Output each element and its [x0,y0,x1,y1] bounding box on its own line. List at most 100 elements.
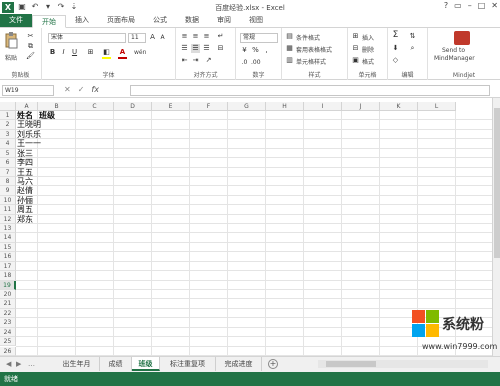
cell-a2[interactable]: 王晓明 [17,120,41,129]
row-header-8[interactable]: 8 [0,176,16,187]
formula-input[interactable] [130,85,490,96]
align-center-icon[interactable]: ☰ [191,44,200,53]
close-icon[interactable]: ✕ [491,1,498,10]
row-header-11[interactable]: 11 [0,205,16,215]
bold-button[interactable]: B [48,48,57,57]
cell-a1[interactable]: 姓名 [17,111,33,120]
row-header-22[interactable]: 22 [0,308,16,319]
tab-data[interactable]: 数据 [176,14,208,27]
increase-decimal-icon[interactable]: .0 [240,58,249,67]
tab-home[interactable]: 开始 [32,15,66,28]
scroll-thumb[interactable] [494,108,500,258]
cell-styles-button[interactable]: 单元格样式 [296,57,326,66]
cell-a4[interactable]: 王一一 [17,139,41,148]
phonetic-icon[interactable]: wén [134,49,146,56]
row-header-24[interactable]: 24 [0,327,16,338]
font-name-select[interactable]: 宋体 [48,33,126,43]
add-sheet-icon[interactable]: + [268,359,278,369]
fill-icon[interactable]: ⬇ [391,44,400,53]
comma-icon[interactable]: , [262,46,271,55]
tab-insert[interactable]: 插入 [66,14,98,27]
h-scroll-thumb[interactable] [326,361,376,367]
sort-filter-icon[interactable]: ⇅ [408,32,417,41]
align-bottom-icon[interactable]: ≡ [202,32,211,41]
increase-indent-icon[interactable]: ⇥ [191,56,200,65]
column-header-l[interactable]: L [418,102,456,111]
sheet-tab-4[interactable]: 标注重复项 [160,357,216,371]
row-header-18[interactable]: 18 [0,271,16,281]
paste-button[interactable] [4,32,18,52]
select-all-corner[interactable] [0,102,16,111]
row-header-15[interactable]: 15 [0,242,16,253]
column-header-e[interactable]: E [152,102,190,111]
tab-page-layout[interactable]: 页面布局 [98,14,144,27]
mindmanager-icon[interactable] [454,31,470,45]
row-header-17[interactable]: 17 [0,261,16,272]
cell-a3[interactable]: 刘乐乐 [17,130,41,139]
column-header-j[interactable]: J [342,102,380,111]
row-header-19[interactable]: 19 [0,280,16,290]
row-header-3[interactable]: 3 [0,129,16,140]
tab-review[interactable]: 审阅 [208,14,240,27]
align-middle-icon[interactable]: ≡ [191,32,200,41]
row-header-7[interactable]: 7 [0,167,16,177]
row-header-12[interactable]: 12 [0,214,16,225]
minimize-icon[interactable]: – [468,1,472,10]
cell-a12[interactable]: 郑东 [17,215,33,224]
merge-center-icon[interactable]: ⊟ [216,44,225,53]
decrease-decimal-icon[interactable]: .00 [251,58,261,67]
conditional-format-button[interactable]: 条件格式 [296,33,320,42]
sheet-tab-1[interactable]: 出生年月 [54,357,100,371]
delete-button[interactable]: 删除 [362,45,374,54]
row-header-2[interactable]: 2 [0,120,16,130]
row-header-25[interactable]: 25 [0,337,16,347]
sheet-tab-2[interactable]: 成绩 [100,357,132,371]
help-icon[interactable]: ? [444,1,448,10]
row-header-13[interactable]: 13 [0,224,16,234]
row-header-16[interactable]: 16 [0,252,16,262]
orientation-icon[interactable]: ↗ [204,56,213,65]
align-top-icon[interactable]: ≡ [180,32,189,41]
row-header-20[interactable]: 20 [0,289,16,300]
cell-a8[interactable]: 马六 [17,177,33,186]
insert-function-icon[interactable]: fx [91,85,99,94]
tab-formulas[interactable]: 公式 [144,14,176,27]
prev-sheet-icon[interactable]: ◀ [6,360,11,368]
format-painter-icon[interactable]: 🖌 [26,52,35,61]
align-right-icon[interactable]: ☰ [202,44,211,53]
column-header-k[interactable]: K [380,102,418,111]
row-header-14[interactable]: 14 [0,233,16,243]
tab-view[interactable]: 视图 [240,14,272,27]
row-header-21[interactable]: 21 [0,299,16,309]
row-header-26[interactable]: 26 [0,346,16,356]
tab-file[interactable]: 文件 [0,14,32,27]
format-as-table-button[interactable]: 套用表格格式 [296,45,332,54]
maximize-icon[interactable]: □ [478,1,486,10]
column-header-b[interactable]: B [38,102,76,111]
underline-button[interactable]: U [70,48,79,57]
number-format-select[interactable]: 常规 [240,33,278,43]
copy-icon[interactable]: ⧉ [26,42,35,51]
align-left-icon[interactable]: ☰ [180,44,189,53]
sheet-tab-5[interactable]: 完成进度 [216,357,262,371]
cell-a6[interactable]: 李四 [17,158,33,167]
more-sheets-icon[interactable]: … [28,360,35,368]
row-header-1[interactable]: 1 [0,111,16,121]
column-header-i[interactable]: I [304,102,342,111]
font-color-icon[interactable]: A [118,48,127,57]
next-sheet-icon[interactable]: ▶ [16,360,21,368]
italic-button[interactable]: I [59,48,68,57]
cell-b1[interactable]: 班级 [39,111,55,120]
sheet-tab-3[interactable]: 班级 [132,357,160,371]
insert-button[interactable]: 插入 [362,33,374,42]
cell-a10[interactable]: 孙俪 [17,196,33,205]
row-header-6[interactable]: 6 [0,158,16,168]
autosum-icon[interactable]: Σ [391,31,400,40]
font-size-select[interactable]: 11 [128,33,146,43]
column-header-f[interactable]: F [190,102,228,111]
enter-icon[interactable]: ✓ [78,85,85,94]
decrease-indent-icon[interactable]: ⇤ [180,56,189,65]
row-header-10[interactable]: 10 [0,195,16,206]
ribbon-display-icon[interactable]: ▭ [454,1,462,10]
name-box[interactable]: W19 [2,85,54,96]
